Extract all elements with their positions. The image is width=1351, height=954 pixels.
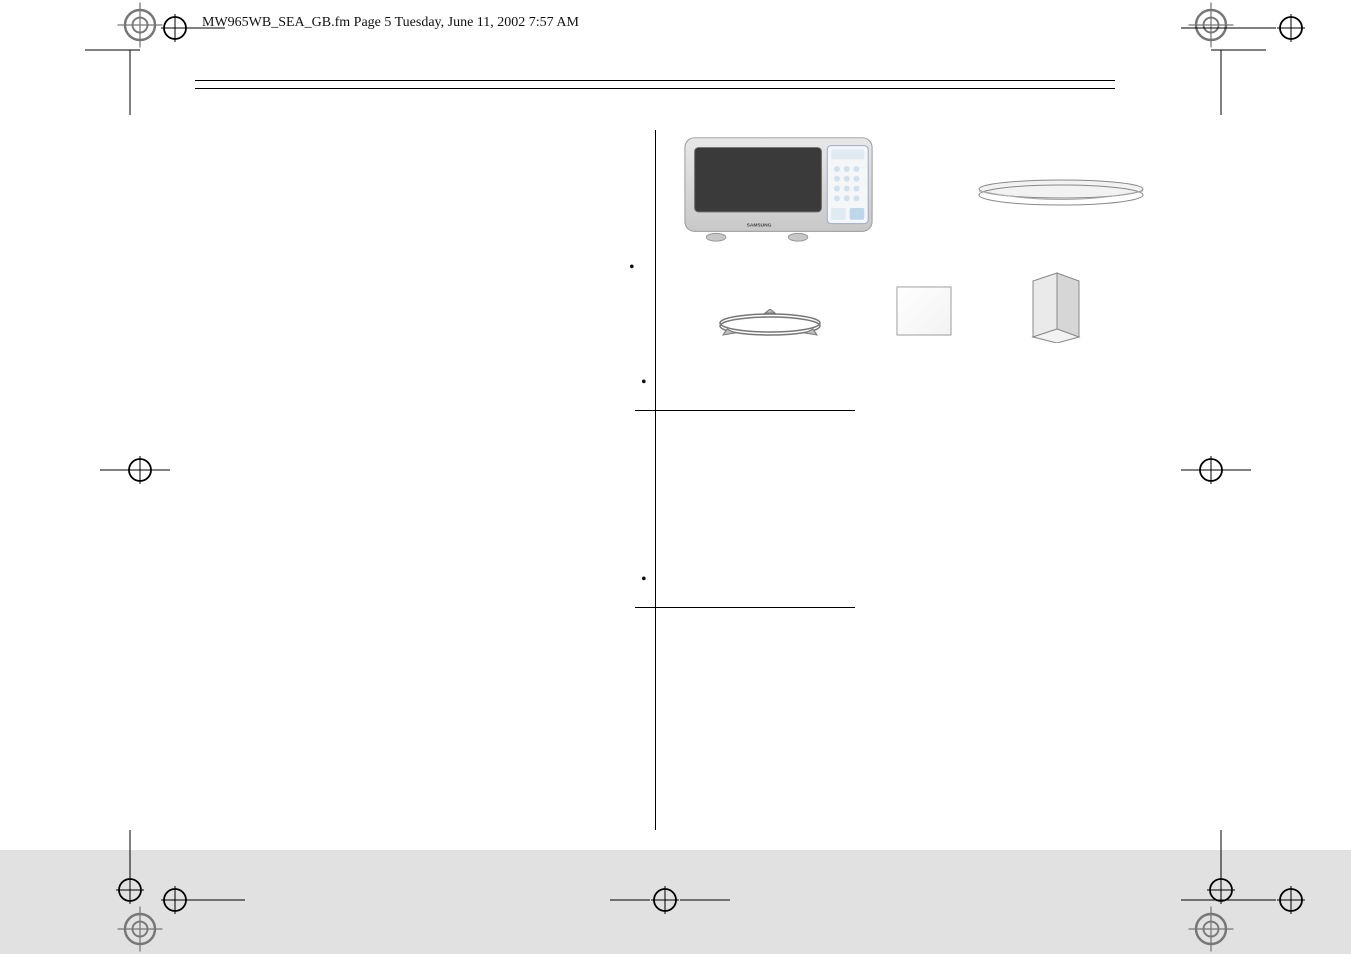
page-body: • bbox=[195, 60, 1115, 850]
right-column: • bbox=[635, 130, 1105, 608]
crosshair-icon bbox=[1181, 880, 1321, 925]
bullet: • bbox=[629, 259, 635, 277]
crop-mark-icon bbox=[1181, 440, 1251, 505]
microwave-icon: SAMSUNG bbox=[681, 130, 876, 247]
horizontal-rule bbox=[195, 88, 1115, 89]
accessory-row bbox=[635, 271, 1105, 344]
running-header-text: MW965WB_SEA_GB.fm Page 5 Tuesday, June 1… bbox=[202, 15, 579, 31]
card-icon bbox=[895, 285, 955, 344]
svg-text:SAMSUNG: SAMSUNG bbox=[746, 223, 771, 229]
crop-mark-icon bbox=[85, 830, 165, 915]
booklet-icon bbox=[1025, 271, 1085, 348]
list-bullet bbox=[635, 571, 1105, 599]
accessory-row: • bbox=[635, 130, 1105, 247]
crop-mark-icon bbox=[100, 440, 170, 505]
crop-mark-icon bbox=[85, 35, 165, 120]
glass-tray-icon bbox=[976, 178, 1146, 213]
list-bullet bbox=[635, 374, 1105, 402]
short-divider bbox=[635, 607, 855, 608]
horizontal-rule bbox=[195, 80, 1115, 81]
crosshair-icon bbox=[155, 8, 225, 53]
crop-mark-icon bbox=[1186, 35, 1266, 120]
crosshair-icon bbox=[155, 880, 245, 925]
crosshair-icon bbox=[610, 880, 730, 925]
roller-ring-icon bbox=[715, 309, 825, 344]
